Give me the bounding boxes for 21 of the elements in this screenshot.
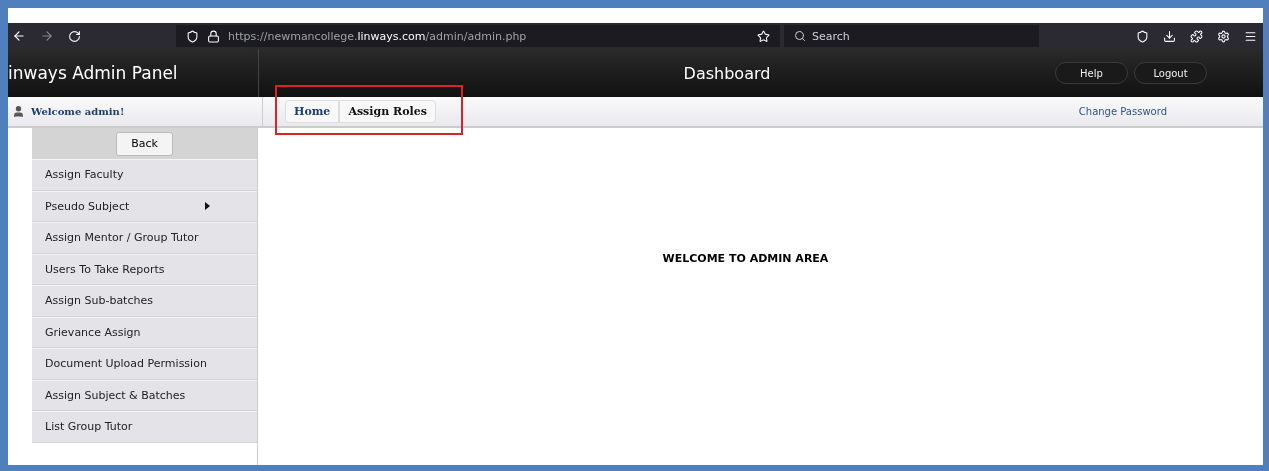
- welcome-message: WELCOME TO ADMIN AREA: [662, 252, 829, 267]
- menu-item[interactable]: List Group Tutor: [32, 411, 257, 443]
- menu-item[interactable]: Users To Take Reports: [32, 253, 257, 285]
- address-bar[interactable]: https://newmancollege.linways.com/admin/admin.php: [176, 25, 780, 47]
- logout-button[interactable]: Logout: [1134, 62, 1207, 84]
- menu-item[interactable]: Grievance Assign: [32, 316, 257, 348]
- menu-item[interactable]: Document Upload Permission: [32, 348, 257, 380]
- menu-item[interactable]: Assign Mentor / Group Tutor: [32, 222, 257, 254]
- breadcrumb-link[interactable]: Home: [285, 100, 340, 123]
- search-field[interactable]: Search: [784, 25, 1039, 47]
- welcome-text: Welcome admin!: [31, 106, 125, 117]
- brand-title: inways Admin Panel: [8, 63, 178, 83]
- menu-item[interactable]: Pseudo Subject: [32, 190, 257, 222]
- help-button[interactable]: Help: [1055, 62, 1128, 84]
- menu-item[interactable]: Assign Subject & Batches: [32, 379, 257, 411]
- page-title: Dashboard: [682, 63, 772, 83]
- change-password-link[interactable]: Change Password: [1078, 106, 1167, 117]
- back-button[interactable]: Back: [116, 131, 173, 156]
- menu-item[interactable]: Assign Faculty: [32, 159, 257, 191]
- menu-item[interactable]: Assign Sub-batches: [32, 285, 257, 317]
- breadcrumb-link[interactable]: Assign Roles: [339, 100, 436, 123]
